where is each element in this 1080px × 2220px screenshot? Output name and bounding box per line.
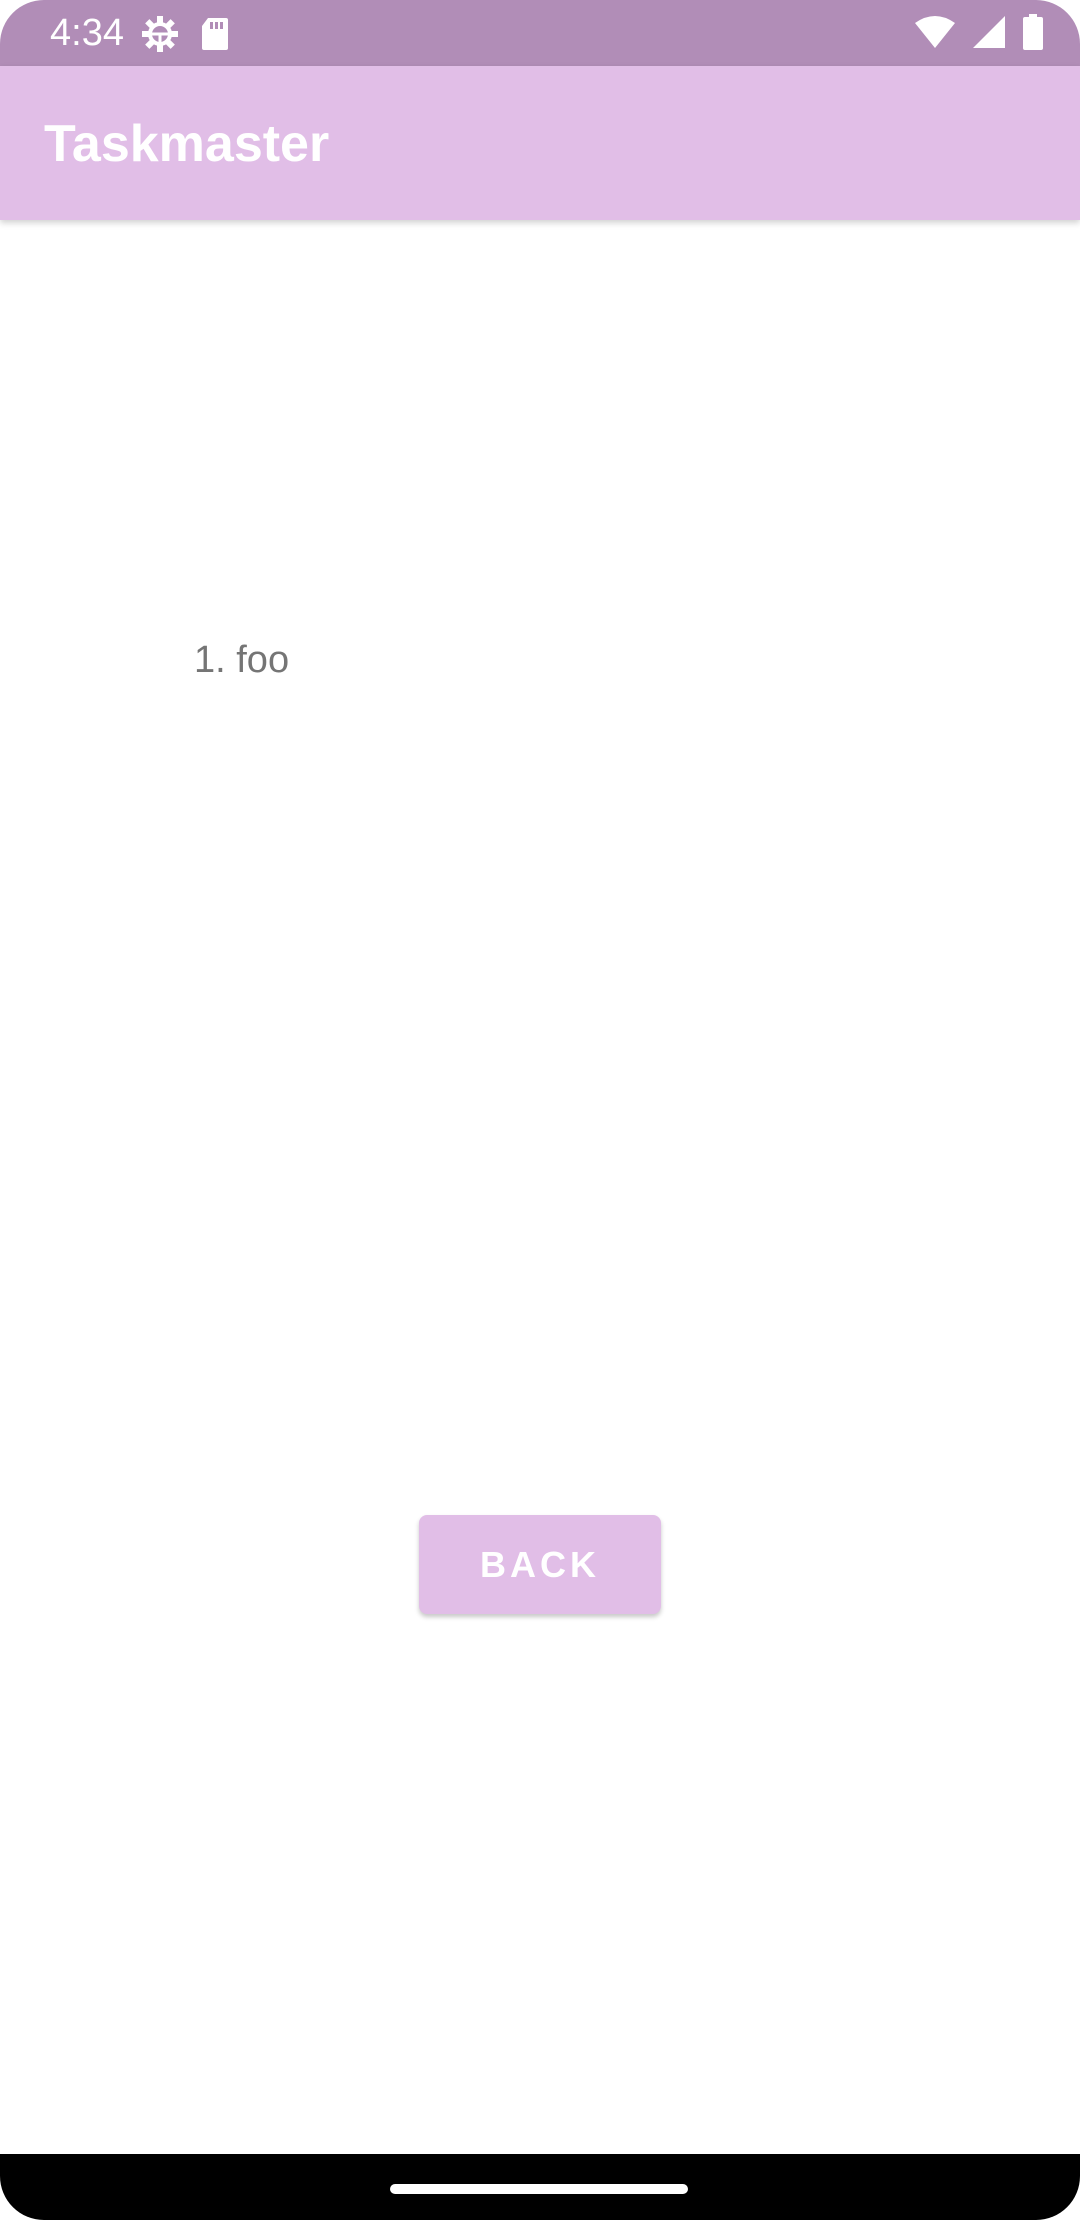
battery-icon bbox=[1022, 14, 1044, 50]
app-screen: 4:34 Taskmaster 1. foo BACK bbox=[0, 0, 1080, 2220]
status-right-icons bbox=[914, 14, 1044, 50]
app-bar: Taskmaster bbox=[0, 66, 1080, 220]
app-title: Taskmaster bbox=[44, 115, 330, 173]
status-time: 4:34 bbox=[50, 12, 124, 54]
cellular-signal-icon bbox=[972, 15, 1006, 49]
home-gesture-handle[interactable] bbox=[390, 2184, 688, 2194]
status-bar: 4:34 bbox=[0, 0, 1080, 66]
settings-gear-icon bbox=[140, 14, 180, 54]
back-button[interactable]: BACK bbox=[419, 1515, 661, 1614]
task-list-item: 1. foo bbox=[194, 639, 290, 681]
navigation-bar bbox=[0, 2154, 1080, 2220]
status-left-icons bbox=[140, 14, 230, 54]
sd-card-icon bbox=[200, 16, 230, 52]
wifi-icon bbox=[914, 15, 956, 49]
